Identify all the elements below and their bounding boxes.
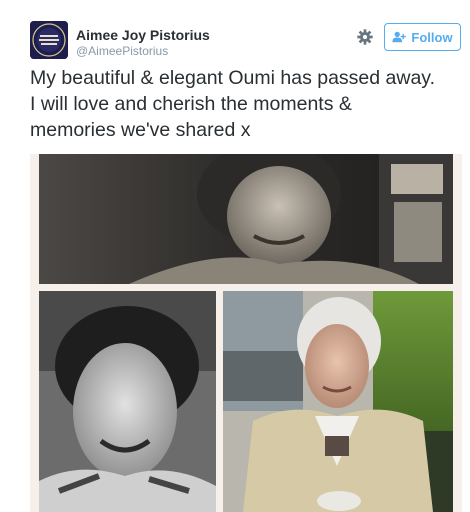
tweet-card: Aimee Joy Pistorius @AimeePistorius Foll… xyxy=(0,0,470,512)
add-user-icon xyxy=(392,31,407,43)
photo-color-portrait[interactable] xyxy=(223,291,453,512)
photo-sepia-portrait[interactable] xyxy=(39,154,453,284)
profile-avatar[interactable] xyxy=(30,21,68,59)
tweet-text-line: My beautiful & elegant Oumi has passed a… xyxy=(30,67,436,89)
gear-icon[interactable] xyxy=(356,28,374,46)
user-handle[interactable]: @AimeePistorius xyxy=(76,44,168,58)
photo-bw-portrait[interactable] xyxy=(39,291,216,512)
tweet-text: My beautiful & elegant Oumi has passed a… xyxy=(30,65,462,143)
follow-label: Follow xyxy=(411,29,453,45)
follow-button[interactable]: Follow xyxy=(384,23,461,51)
tweet-text-line: memories we've shared x xyxy=(30,119,251,141)
user-display-name[interactable]: Aimee Joy Pistorius xyxy=(76,27,210,43)
tweet-text-line: I will love and cherish the moments & xyxy=(30,93,352,115)
